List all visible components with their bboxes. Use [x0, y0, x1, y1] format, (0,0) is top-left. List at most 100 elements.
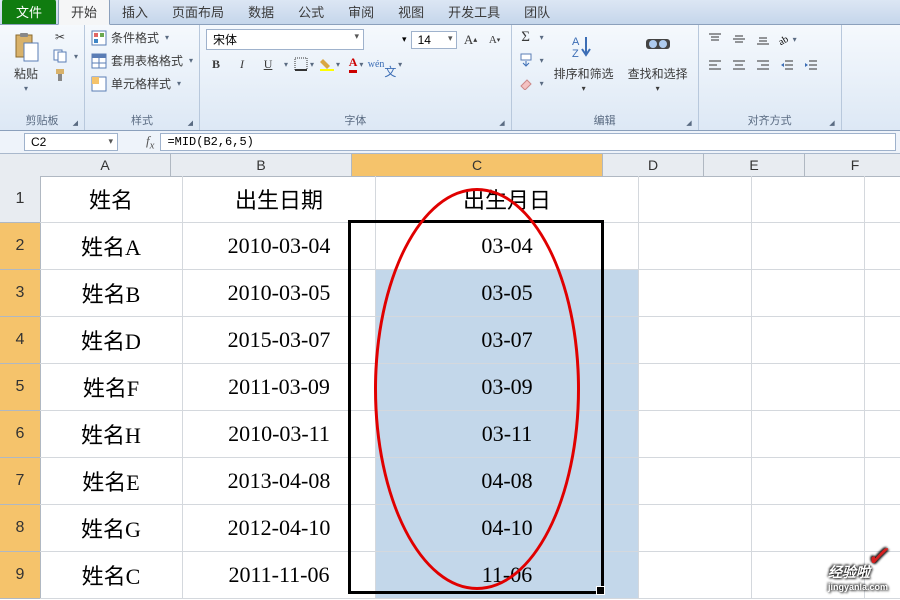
cell-D4[interactable]	[639, 317, 752, 364]
row-header-8[interactable]: 8	[0, 505, 41, 552]
cell-E1[interactable]	[752, 176, 865, 223]
format-painter-button[interactable]	[52, 67, 78, 83]
paste-button[interactable]: 粘贴 ▾	[6, 29, 46, 95]
table-format-button[interactable]: 套用表格格式	[91, 52, 193, 69]
cell-B6[interactable]: 2010-03-11	[183, 411, 376, 458]
font-size-select[interactable]: 14	[411, 31, 457, 49]
tab-team[interactable]: 团队	[512, 0, 562, 24]
row-header-4[interactable]: 4	[0, 317, 41, 364]
cell-F6[interactable]	[865, 411, 900, 458]
cell-D8[interactable]	[639, 505, 752, 552]
column-header-C[interactable]: C	[352, 154, 603, 177]
autosum-button[interactable]: Σ	[518, 29, 544, 45]
cell-C3[interactable]: 03-05	[376, 270, 639, 317]
cell-D9[interactable]	[639, 552, 752, 599]
row-header-5[interactable]: 5	[0, 364, 41, 411]
cell-A4[interactable]: 姓名D	[40, 317, 183, 364]
row-header-6[interactable]: 6	[0, 411, 41, 458]
row-header-9[interactable]: 9	[0, 552, 41, 599]
align-bottom-button[interactable]	[753, 29, 773, 49]
grow-font-button[interactable]: A▴	[461, 30, 481, 50]
clear-button[interactable]	[518, 75, 544, 91]
column-header-B[interactable]: B	[171, 154, 352, 177]
cell-E5[interactable]	[752, 364, 865, 411]
cell-E8[interactable]	[752, 505, 865, 552]
cell-E4[interactable]	[752, 317, 865, 364]
cell-B1[interactable]: 出生日期	[183, 176, 376, 223]
file-tab[interactable]: 文件	[2, 0, 56, 24]
cell-B3[interactable]: 2010-03-05	[183, 270, 376, 317]
bold-button[interactable]: B	[206, 54, 226, 74]
cell-C2[interactable]: 03-04	[376, 223, 639, 270]
cell-A8[interactable]: 姓名G	[40, 505, 183, 552]
column-header-F[interactable]: F	[805, 154, 900, 177]
cell-A1[interactable]: 姓名	[40, 176, 183, 223]
cell-C5[interactable]: 03-09	[376, 364, 639, 411]
cell-D6[interactable]	[639, 411, 752, 458]
cell-C7[interactable]: 04-08	[376, 458, 639, 505]
cell-A5[interactable]: 姓名F	[40, 364, 183, 411]
tab-developer[interactable]: 开发工具	[436, 0, 512, 24]
cut-button[interactable]: ✂	[52, 29, 78, 45]
cell-B9[interactable]: 2011-11-06	[183, 552, 376, 599]
font-color-button[interactable]: A	[346, 54, 366, 74]
orientation-button[interactable]: ab	[777, 29, 797, 49]
cell-F3[interactable]	[865, 270, 900, 317]
cell-F2[interactable]	[865, 223, 900, 270]
indent-decrease-button[interactable]	[777, 55, 797, 75]
row-header-2[interactable]: 2	[0, 223, 41, 270]
cell-D3[interactable]	[639, 270, 752, 317]
phonetic-button[interactable]: wén文	[372, 54, 392, 74]
cell-E7[interactable]	[752, 458, 865, 505]
cell-C1[interactable]: 出生月日	[376, 176, 639, 223]
tab-home[interactable]: 开始	[58, 0, 110, 25]
cell-F7[interactable]	[865, 458, 900, 505]
align-middle-button[interactable]	[729, 29, 749, 49]
align-center-button[interactable]	[729, 55, 749, 75]
indent-increase-button[interactable]	[801, 55, 821, 75]
copy-button[interactable]	[52, 48, 78, 64]
cell-style-button[interactable]: 单元格样式	[91, 75, 193, 92]
cell-E2[interactable]	[752, 223, 865, 270]
underline-button[interactable]: U	[258, 54, 278, 74]
tab-data[interactable]: 数据	[236, 0, 286, 24]
cell-B5[interactable]: 2011-03-09	[183, 364, 376, 411]
tab-page-layout[interactable]: 页面布局	[160, 0, 236, 24]
formula-bar[interactable]: =MID(B2,6,5)	[160, 133, 896, 151]
align-top-button[interactable]	[705, 29, 725, 49]
tab-view[interactable]: 视图	[386, 0, 436, 24]
cell-E3[interactable]	[752, 270, 865, 317]
tab-formulas[interactable]: 公式	[286, 0, 336, 24]
cond-format-button[interactable]: 条件格式	[91, 29, 193, 46]
fill-button[interactable]	[518, 52, 544, 68]
cell-A7[interactable]: 姓名E	[40, 458, 183, 505]
cell-B7[interactable]: 2013-04-08	[183, 458, 376, 505]
fill-handle[interactable]	[596, 586, 605, 595]
fill-color-button[interactable]	[320, 54, 340, 74]
cell-D5[interactable]	[639, 364, 752, 411]
align-right-button[interactable]	[753, 55, 773, 75]
italic-button[interactable]: I	[232, 54, 252, 74]
cell-C6[interactable]: 03-11	[376, 411, 639, 458]
find-select-button[interactable]: 查找和选择▾	[624, 29, 692, 95]
row-header-7[interactable]: 7	[0, 458, 41, 505]
cell-A9[interactable]: 姓名C	[40, 552, 183, 599]
cell-F5[interactable]	[865, 364, 900, 411]
cell-D2[interactable]	[639, 223, 752, 270]
tab-review[interactable]: 审阅	[336, 0, 386, 24]
cell-D7[interactable]	[639, 458, 752, 505]
cell-C8[interactable]: 04-10	[376, 505, 639, 552]
row-header-3[interactable]: 3	[0, 270, 41, 317]
column-header-D[interactable]: D	[603, 154, 704, 177]
cell-E6[interactable]	[752, 411, 865, 458]
cell-D1[interactable]	[639, 176, 752, 223]
cell-A2[interactable]: 姓名A	[40, 223, 183, 270]
select-all-corner[interactable]	[0, 154, 41, 177]
fx-icon[interactable]: fx	[146, 133, 154, 152]
cell-C4[interactable]: 03-07	[376, 317, 639, 364]
shrink-font-button[interactable]: A▾	[485, 30, 505, 50]
name-box[interactable]: C2	[24, 133, 118, 151]
tab-insert[interactable]: 插入	[110, 0, 160, 24]
cell-F1[interactable]	[865, 176, 900, 223]
cell-B2[interactable]: 2010-03-04	[183, 223, 376, 270]
